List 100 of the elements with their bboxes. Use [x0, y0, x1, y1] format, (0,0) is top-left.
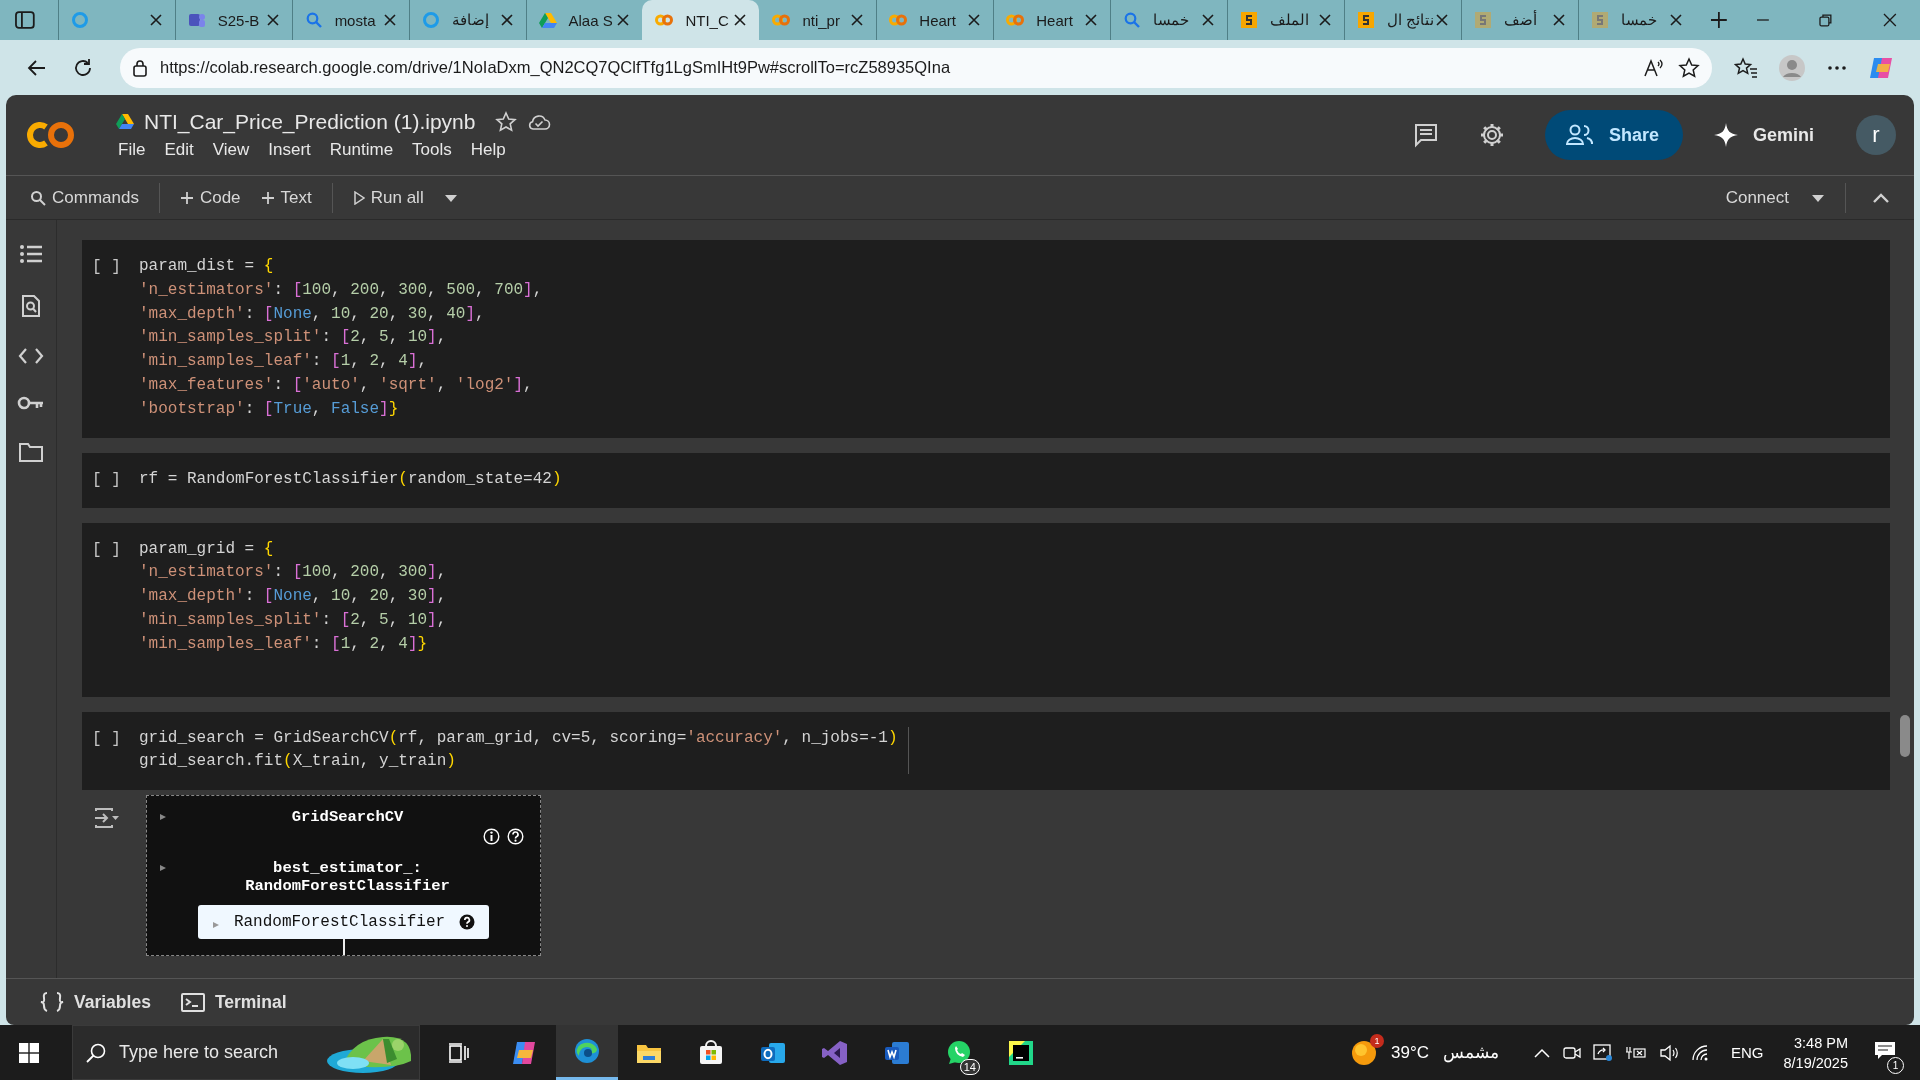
- close-icon[interactable]: [616, 13, 631, 27]
- close-icon[interactable]: [1668, 13, 1683, 27]
- browser-tab[interactable]: Heart: [993, 0, 1111, 40]
- close-icon[interactable]: [733, 13, 748, 27]
- output-toggle-icon[interactable]: [94, 807, 120, 830]
- browser-tab[interactable]: خمسا: [1577, 0, 1695, 40]
- menu-item[interactable]: Help: [470, 140, 506, 160]
- caret-icon[interactable]: [443, 192, 458, 203]
- run-all-button[interactable]: Run all: [352, 187, 424, 208]
- close-icon[interactable]: [499, 13, 514, 27]
- comment-icon[interactable]: [1412, 122, 1439, 148]
- new-tab-icon[interactable]: [1708, 10, 1729, 30]
- commands-button[interactable]: Commands: [30, 187, 139, 208]
- notifications-icon[interactable]: [1874, 1040, 1896, 1061]
- code-cell[interactable]: [ ] param_grid = { 'n_estimators': [100, 200, 300], 'max_depth': [None, 10, 20, 30], 'min_samples_split': [2, 5, 10], 'min_samples_leaf': [1, 2, 4]}: [82, 522, 1890, 697]
- close-icon[interactable]: [265, 13, 280, 27]
- tab-title[interactable]: Heart: [919, 11, 956, 29]
- caret-icon[interactable]: [1811, 192, 1825, 203]
- code-cell[interactable]: [82, 240, 1890, 438]
- tab-title[interactable]: أضف: [1504, 11, 1537, 29]
- browser-tab[interactable]: mosta: [291, 0, 409, 40]
- info-icon[interactable]: [483, 828, 500, 846]
- browser-tab[interactable]: Heart: [876, 0, 994, 40]
- estimator-box[interactable]: RandomForestClassifier: [197, 905, 490, 940]
- menu-item[interactable]: Runtime: [329, 140, 394, 160]
- start-icon[interactable]: [19, 1042, 39, 1063]
- code-icon[interactable]: [18, 347, 44, 365]
- battery-icon[interactable]: [1624, 1044, 1647, 1061]
- panel-button[interactable]: Variables: [40, 991, 151, 1013]
- remote-icon[interactable]: [1592, 1043, 1613, 1062]
- search-field[interactable]: Type here to search: [72, 1025, 420, 1080]
- close-icon[interactable]: [382, 13, 397, 27]
- tab-title[interactable]: الملف: [1270, 11, 1310, 29]
- tab-title[interactable]: إضافة: [451, 11, 489, 29]
- browser-tab[interactable]: خمسا: [1110, 0, 1228, 40]
- close-icon[interactable]: [1201, 13, 1216, 27]
- close-icon[interactable]: [1318, 13, 1333, 27]
- tab-title[interactable]: نتائج ال: [1387, 11, 1435, 29]
- collapse-icon[interactable]: [1872, 191, 1890, 204]
- run-button[interactable]: [ ]: [82, 537, 139, 657]
- estimator-title[interactable]: GridSearchCV: [167, 808, 528, 827]
- browser-tab[interactable]: إضافة: [408, 0, 526, 40]
- address-field[interactable]: https://colab.research.google.com/drive/1NoIaDxm_QN2CQ7QClfTfg1LgSmIHt9Pw#scrollTo=rcZ58935QIna: [120, 47, 1712, 88]
- star-icon[interactable]: [1678, 56, 1700, 79]
- close-icon[interactable]: [1882, 12, 1899, 28]
- add-cell-button[interactable]: Text: [260, 187, 312, 208]
- menu-item[interactable]: Edit: [164, 140, 194, 160]
- close-icon[interactable]: [1435, 13, 1449, 27]
- avatar[interactable]: r: [1856, 115, 1896, 155]
- menu-item[interactable]: View: [212, 140, 250, 160]
- folder-icon[interactable]: [18, 441, 44, 463]
- panel-button[interactable]: Terminal: [180, 991, 287, 1013]
- run-button[interactable]: [ ]: [82, 467, 139, 492]
- menu-item[interactable]: File: [118, 140, 146, 160]
- tab-title[interactable]: nti_pr: [802, 11, 840, 29]
- task-view-icon[interactable]: [448, 1041, 470, 1064]
- browser-tab[interactable]: Alaa S: [525, 0, 643, 40]
- clock-date[interactable]: 8/19/2025: [1783, 1054, 1848, 1071]
- language-indicator[interactable]: ENG: [1730, 1044, 1764, 1061]
- table-of-contents-icon[interactable]: [19, 243, 43, 265]
- browser-tab[interactable]: S25-B: [174, 0, 292, 40]
- help-icon[interactable]: [459, 914, 476, 931]
- cloud-icon[interactable]: [527, 112, 552, 132]
- close-icon[interactable]: [967, 13, 982, 27]
- favorites-icon[interactable]: [1734, 56, 1758, 79]
- taskbar-app[interactable]: [556, 1025, 618, 1080]
- add-cell-button[interactable]: Code: [179, 187, 241, 208]
- tab-title[interactable]: S25-B: [217, 11, 260, 29]
- tab-title[interactable]: خمسا: [1153, 11, 1190, 29]
- help-icon[interactable]: [507, 828, 524, 846]
- key-icon[interactable]: [17, 394, 45, 412]
- estimator-label[interactable]: best_estimator_:: [273, 859, 422, 878]
- gemini-button[interactable]: Gemini: [1713, 122, 1814, 148]
- close-icon[interactable]: [1084, 13, 1099, 27]
- tab-title[interactable]: Alaa S: [568, 11, 613, 29]
- expand-arrow-icon[interactable]: [159, 813, 167, 822]
- menu-item[interactable]: Tools: [412, 140, 452, 160]
- reload-icon[interactable]: [72, 56, 94, 79]
- volume-icon[interactable]: [1658, 1043, 1679, 1062]
- share-button[interactable]: Share: [1544, 110, 1683, 160]
- run-button[interactable]: [ ]: [82, 255, 139, 422]
- browser-tab[interactable]: الملف: [1227, 0, 1345, 40]
- close-icon[interactable]: [148, 13, 163, 27]
- browser-tab[interactable]: nti_pr: [759, 0, 877, 40]
- settings-icon[interactable]: [1478, 122, 1505, 148]
- scrollbar-thumb[interactable]: [1900, 715, 1910, 757]
- chevron-up-icon[interactable]: [1532, 1046, 1551, 1059]
- taskbar-app[interactable]: 14: [928, 1025, 990, 1080]
- code-cell[interactable]: [ ] grid_search = GridSearchCV(rf, param_grid, cv=5, scoring='accuracy', n_jobs=-1) grid_search.fit(X_train, y_train): [82, 711, 1890, 791]
- connect-button[interactable]: Connect: [1725, 187, 1789, 208]
- tab-title[interactable]: Heart: [1036, 11, 1073, 29]
- expand-arrow-icon[interactable]: [159, 864, 167, 873]
- profile-icon[interactable]: [1778, 53, 1806, 82]
- tab-title[interactable]: خمسا: [1620, 11, 1657, 29]
- close-icon[interactable]: [1551, 13, 1566, 27]
- run-button[interactable]: [ ]: [82, 726, 139, 775]
- menu-item[interactable]: Insert: [268, 140, 311, 160]
- browser-tab[interactable]: NTI_C: [642, 0, 760, 40]
- close-icon[interactable]: [850, 13, 865, 27]
- estimator-class[interactable]: RandomForestClassifier: [245, 877, 450, 896]
